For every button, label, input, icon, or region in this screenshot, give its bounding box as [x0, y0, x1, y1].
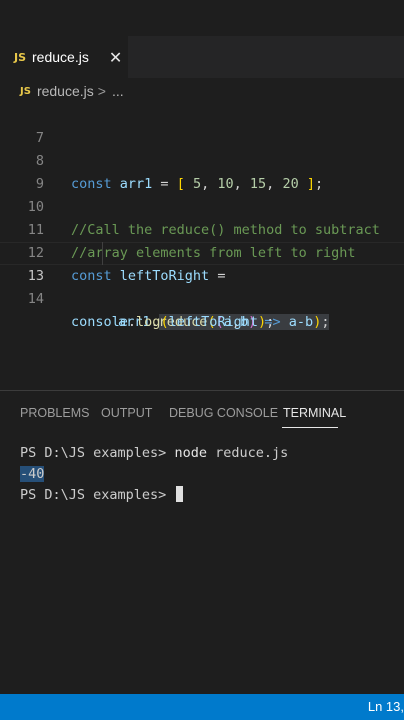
title-area	[0, 0, 404, 36]
terminal-prompt: PS D:\JS examples>	[20, 445, 167, 461]
panel-tab-bar: PROBLEMS OUTPUT DEBUG CONSOLE TERMINAL	[0, 391, 404, 433]
bracket-token: )	[257, 314, 267, 330]
terminal-output: -40	[20, 466, 45, 482]
terminal-line: PS D:\JS examples>	[20, 485, 288, 506]
tab-reduce-js[interactable]: JS reduce.js ✕	[0, 36, 128, 78]
punct-token: .	[127, 314, 137, 330]
tab-debug-console[interactable]: DEBUG CONSOLE	[169, 406, 278, 420]
breadcrumb-more[interactable]: ...	[112, 83, 124, 99]
bottom-panel: PROBLEMS OUTPUT DEBUG CONSOLE TERMINAL P…	[0, 390, 404, 694]
breadcrumb: JS reduce.js > ...	[0, 78, 404, 104]
terminal-prompt: PS D:\JS examples>	[20, 487, 167, 503]
close-icon[interactable]: ✕	[109, 48, 122, 67]
bracket-token: (	[160, 314, 169, 330]
terminal-command: node	[174, 445, 207, 461]
variable-token: leftToRight	[168, 314, 258, 330]
tab-terminal[interactable]: TERMINAL	[283, 406, 346, 420]
code-line: 14 console.log(leftToRight);	[0, 265, 404, 330]
active-tab-indicator	[282, 427, 338, 428]
terminal-line: PS D:\JS examples> node reduce.js	[20, 443, 288, 464]
tab-label: reduce.js	[32, 49, 89, 65]
expression-token: a-b	[288, 314, 314, 330]
code-line: 12 const leftToRight =	[0, 219, 404, 284]
tab-output[interactable]: OUTPUT	[101, 406, 152, 420]
variable-token: console	[71, 314, 128, 330]
code-editor[interactable]: 7 8 const arr1 = [ 5, 10, 15, 20 ]; 9 10…	[0, 104, 404, 390]
editor-tab-bar: JS reduce.js ✕	[0, 36, 404, 78]
function-token: log	[136, 314, 161, 330]
code-line-current: 13 arr1.reduce((a,b) => a-b);	[0, 242, 404, 330]
code-line: 9	[0, 150, 404, 192]
indent-guide	[102, 242, 103, 265]
code-line: 11 //array elements from left to right	[0, 196, 404, 261]
js-file-icon: JS	[20, 85, 31, 97]
terminal-line: -40	[20, 464, 288, 485]
code-text: console.log(leftToRight);	[71, 311, 274, 334]
terminal[interactable]: PS D:\JS examples> node reduce.js -40 PS…	[20, 443, 288, 506]
terminal-command-arg: reduce.js	[215, 445, 289, 461]
chevron-right-icon: >	[97, 83, 106, 99]
punct-token: ;	[266, 314, 275, 330]
tab-problems[interactable]: PROBLEMS	[20, 406, 89, 420]
line-number: 14	[27, 291, 44, 307]
cursor-position[interactable]: Ln 13,	[368, 694, 404, 720]
terminal-cursor	[176, 486, 184, 502]
code-line: 8 const arr1 = [ 5, 10, 15, 20 ];	[0, 127, 404, 192]
code-line: 10 //Call the reduce() method to subtrac…	[0, 173, 404, 238]
code-line: 7	[0, 104, 404, 146]
js-file-icon: JS	[14, 50, 27, 64]
breadcrumb-file[interactable]: reduce.js	[37, 83, 94, 99]
status-bar: Ln 13,	[0, 694, 404, 720]
punct-token: ;	[321, 314, 330, 330]
